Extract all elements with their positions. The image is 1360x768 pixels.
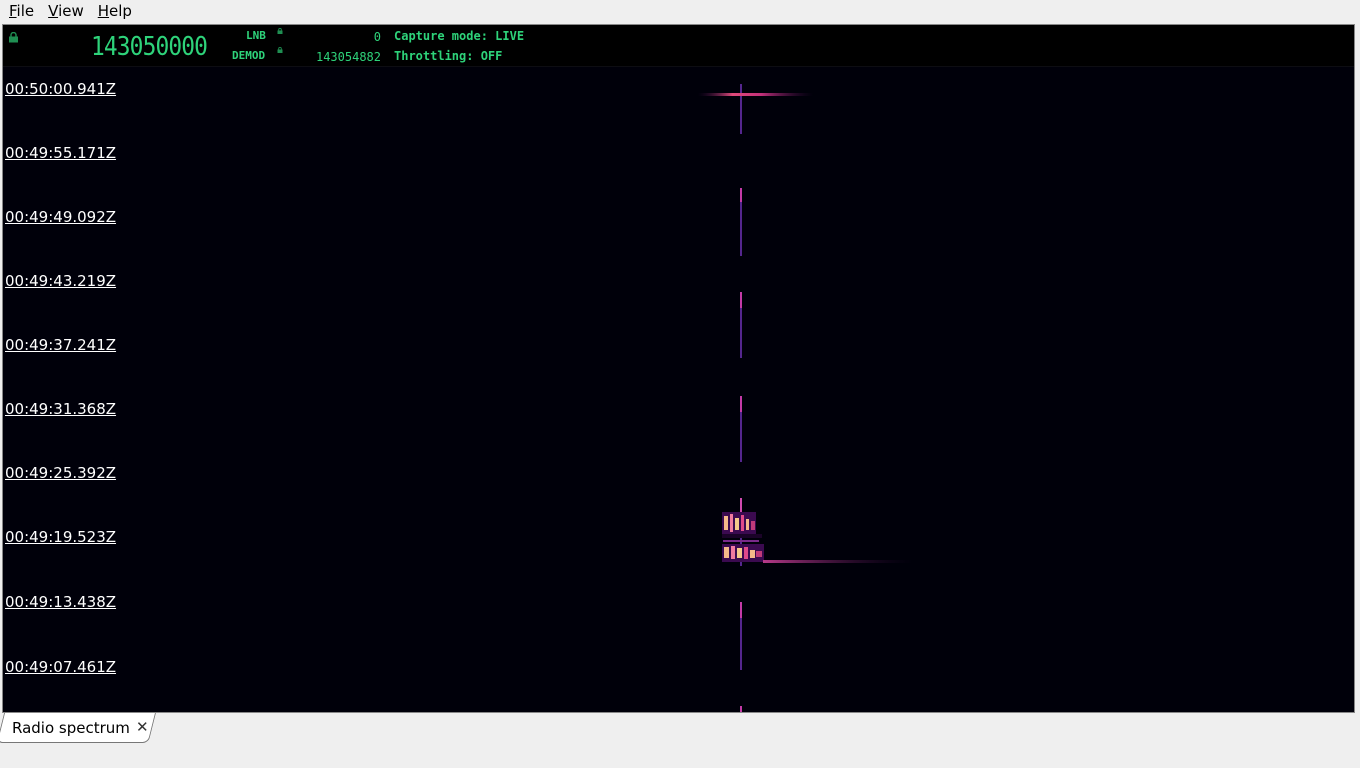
waterfall-display[interactable]: 00:50:00.941Z 00:49:55.171Z 00:49:49.092… bbox=[3, 66, 1354, 712]
signal-burst-top bbox=[698, 93, 813, 96]
demod-lock-icon[interactable] bbox=[277, 47, 283, 53]
timestamp[interactable]: 00:49:13.438Z bbox=[5, 593, 116, 611]
capture-mode: Capture mode: LIVE bbox=[394, 29, 525, 43]
demod-value[interactable]: 143054882 bbox=[299, 51, 381, 63]
frequency-display[interactable]: 143050000 bbox=[91, 32, 208, 62]
tab-radio-spectrum-label: Radio spectrum bbox=[12, 719, 130, 737]
tuner-header: 143050000 LNB 0 DEMOD 143054882 Capture … bbox=[3, 25, 1354, 67]
menu-file[interactable]: File bbox=[4, 0, 39, 22]
menu-view-label: iew bbox=[58, 2, 84, 20]
timestamp[interactable]: 00:49:31.368Z bbox=[5, 400, 116, 418]
timestamp[interactable]: 00:49:37.241Z bbox=[5, 336, 116, 354]
menu-view-mnemonic: V bbox=[48, 2, 59, 20]
lnb-lock-icon[interactable] bbox=[277, 28, 283, 34]
timestamp[interactable]: 00:49:43.219Z bbox=[5, 272, 116, 290]
timestamp[interactable]: 00:49:07.461Z bbox=[5, 658, 116, 676]
tab-bar: Radio spectrum ✕ bbox=[0, 713, 1360, 768]
timestamp[interactable]: 00:49:49.092Z bbox=[5, 208, 116, 226]
menu-help-mnemonic: H bbox=[97, 2, 110, 20]
menu-file-mnemonic: F bbox=[9, 2, 17, 20]
throttling-status: Throttling: OFF bbox=[394, 49, 503, 63]
demod-label: DEMOD bbox=[232, 49, 266, 62]
waterfall-canvas bbox=[698, 84, 913, 712]
signal-burst-activity bbox=[722, 498, 913, 563]
menu-file-label: ile bbox=[16, 2, 35, 20]
spectrum-view[interactable]: 143050000 LNB 0 DEMOD 143054882 Capture … bbox=[2, 24, 1355, 713]
timestamp[interactable]: 00:49:55.171Z bbox=[5, 144, 116, 162]
lnb-value[interactable]: 0 bbox=[303, 31, 381, 43]
lock-icon[interactable] bbox=[8, 32, 19, 43]
menubar: File View Help bbox=[0, 0, 1360, 22]
menu-help-label: elp bbox=[109, 2, 132, 20]
menu-help[interactable]: Help bbox=[93, 0, 137, 22]
lnb-label: LNB bbox=[246, 29, 266, 42]
timestamp[interactable]: 00:50:00.941Z bbox=[5, 80, 116, 98]
close-icon[interactable]: ✕ bbox=[136, 718, 149, 736]
timestamp[interactable]: 00:49:19.523Z bbox=[5, 528, 116, 546]
menu-view[interactable]: View bbox=[43, 0, 89, 22]
timestamp[interactable]: 00:49:25.392Z bbox=[5, 464, 116, 482]
